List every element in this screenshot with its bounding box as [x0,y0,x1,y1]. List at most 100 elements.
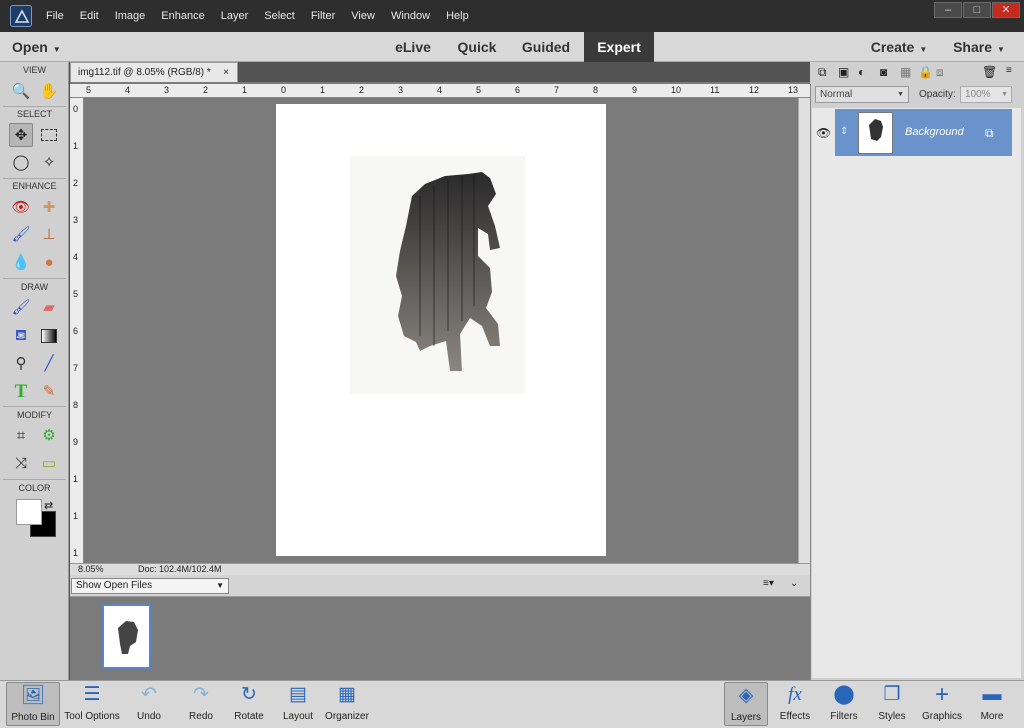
open-label: Open [12,39,48,55]
clone-stamp-icon[interactable]: ⊥ [37,223,61,247]
pencil-icon[interactable]: ✎ [37,380,61,404]
layer-toolbar: ⧉ ▣ ◐ ◙ ▦ 🔒 ⧈ 🗑 ≡ [810,62,1024,84]
filters-icon: ⬤ [833,684,855,705]
layers-button[interactable]: ◈ Layers [724,682,768,726]
ruler-h-label: 3 [398,85,404,95]
panel-menu-icon[interactable]: ≡ [1006,65,1012,76]
create-button[interactable]: Create ▼ [864,32,934,62]
smart-brush-icon[interactable]: 🖌 [9,223,33,247]
spot-healing-icon[interactable]: ✚ [37,196,61,220]
maximize-button[interactable]: □ [963,2,991,18]
zoom-level[interactable]: 8.05% [78,564,104,574]
bin-source-select[interactable]: Show Open Files ▼ [71,578,229,594]
line-icon[interactable]: ╱ [37,352,61,376]
visibility-eye-icon[interactable]: 👁 [816,126,831,140]
ruler-h-label: 1 [242,85,248,95]
layout-button[interactable]: ▤ Layout [276,682,320,726]
brush-icon[interactable]: 🖌 [9,296,33,320]
undo-icon: ↶ [141,684,157,705]
ruler-h-label: 13 [788,85,799,95]
ruler-v-label: 1 [73,511,79,521]
magic-wand-icon[interactable]: ✧ [37,151,61,175]
chevron-down-icon: ▼ [897,91,904,98]
effects-button[interactable]: fx Effects [772,682,818,726]
open-file-thumbnail[interactable] [102,604,151,669]
tab-quick[interactable]: Quick [448,32,506,62]
layer-mask-icon[interactable]: ◙ [880,65,887,79]
graphics-label: Graphics [921,711,962,722]
menu-help[interactable]: Help [438,10,477,22]
menu-layer[interactable]: Layer [213,10,257,22]
tool-options-button[interactable]: ☰ Tool Options [62,682,122,726]
close-tab-icon[interactable]: × [223,63,229,82]
collapse-bin-icon[interactable]: ⌄ [790,578,798,589]
close-button[interactable]: ✕ [992,2,1020,18]
menu-file[interactable]: File [38,10,72,22]
recompose-icon[interactable]: ⚙ [37,424,61,448]
section-select: SELECT [16,109,52,119]
open-button[interactable]: Open ▼ [12,32,82,62]
zoom-icon[interactable]: 🔍 [9,80,33,104]
graphics-button[interactable]: + Graphics [918,682,966,726]
minimize-button[interactable]: – [934,2,962,18]
lasso-icon[interactable]: ◯ [9,151,33,175]
sponge-icon[interactable]: ● [37,251,61,275]
organizer-button[interactable]: ▦ Organizer [322,682,372,726]
lock-icon[interactable]: 🔒 [918,65,933,79]
hand-icon[interactable]: ✋ [37,80,61,104]
tab-guided[interactable]: Guided [508,32,584,62]
section-modify: MODIFY [17,410,52,420]
menu-image[interactable]: Image [107,10,154,22]
opacity-field[interactable]: 100% ▼ [960,86,1012,103]
menu-view[interactable]: View [343,10,383,22]
menu-filter[interactable]: Filter [303,10,343,22]
tab-elive[interactable]: eLive [378,32,448,62]
filters-button[interactable]: ⬤ Filters [822,682,866,726]
menu-enhance[interactable]: Enhance [153,10,212,22]
lock-transparency-icon[interactable]: ▦ [900,65,911,79]
blur-icon[interactable]: 💧 [9,251,33,275]
new-layer-icon[interactable]: ⧉ [818,65,827,80]
menu-edit[interactable]: Edit [72,10,107,22]
trash-icon[interactable]: 🗑 [982,65,997,79]
move-icon[interactable]: ✥ [9,123,33,147]
new-group-icon[interactable]: ▣ [838,65,849,79]
chevron-down-icon: ▼ [52,45,61,54]
divider [3,278,66,279]
adjustment-layer-icon[interactable]: ◐ [858,65,865,79]
paint-bucket-icon[interactable]: ⛾ [9,324,33,348]
link-layers-icon[interactable]: ⧈ [936,65,944,80]
eraser-icon[interactable]: ▰ [37,296,61,320]
swap-colors-icon[interactable]: ⇄ [44,499,53,512]
menu-select[interactable]: Select [256,10,303,22]
straighten-icon[interactable]: ▭ [37,452,61,476]
photo-bin-button[interactable]: 🖼 Photo Bin [6,682,60,726]
bin-options-icon[interactable]: ≡▾ [763,578,774,589]
project-bin-area [70,597,810,680]
menu-window[interactable]: Window [383,10,438,22]
share-button[interactable]: Share ▼ [946,32,1012,62]
type-icon[interactable]: T [9,380,33,404]
redo-button[interactable]: ↷ Redo [178,682,224,726]
photo-bin-label: Photo Bin [11,712,55,723]
vertical-scrollbar[interactable] [798,98,810,563]
rotate-label: Rotate [234,711,264,722]
red-eye-icon[interactable]: 👁 [9,196,33,220]
gradient-icon[interactable] [37,324,61,348]
marquee-icon[interactable] [37,123,61,147]
ruler-v-label: 1 [73,548,79,558]
foreground-color-swatch[interactable] [16,499,42,525]
blend-mode-select[interactable]: Normal ▼ [815,86,909,103]
styles-button[interactable]: ❐ Styles [870,682,914,726]
ruler-v-label: 1 [73,474,79,484]
more-button[interactable]: ▬ More [970,682,1014,726]
undo-button[interactable]: ↶ Undo [126,682,172,726]
document-tab[interactable]: img112.tif @ 8.05% (RGB/8) * × [70,62,238,82]
tab-expert[interactable]: Expert [584,32,654,62]
ruler-h-label: 10 [671,85,682,95]
layout-icon: ▤ [289,684,307,705]
content-aware-move-icon[interactable]: ⤨ [9,452,33,476]
rotate-button[interactable]: ↻ Rotate [226,682,272,726]
crop-icon[interactable]: ⌗ [9,424,33,448]
eyedropper-icon[interactable]: ⚲ [9,352,33,376]
